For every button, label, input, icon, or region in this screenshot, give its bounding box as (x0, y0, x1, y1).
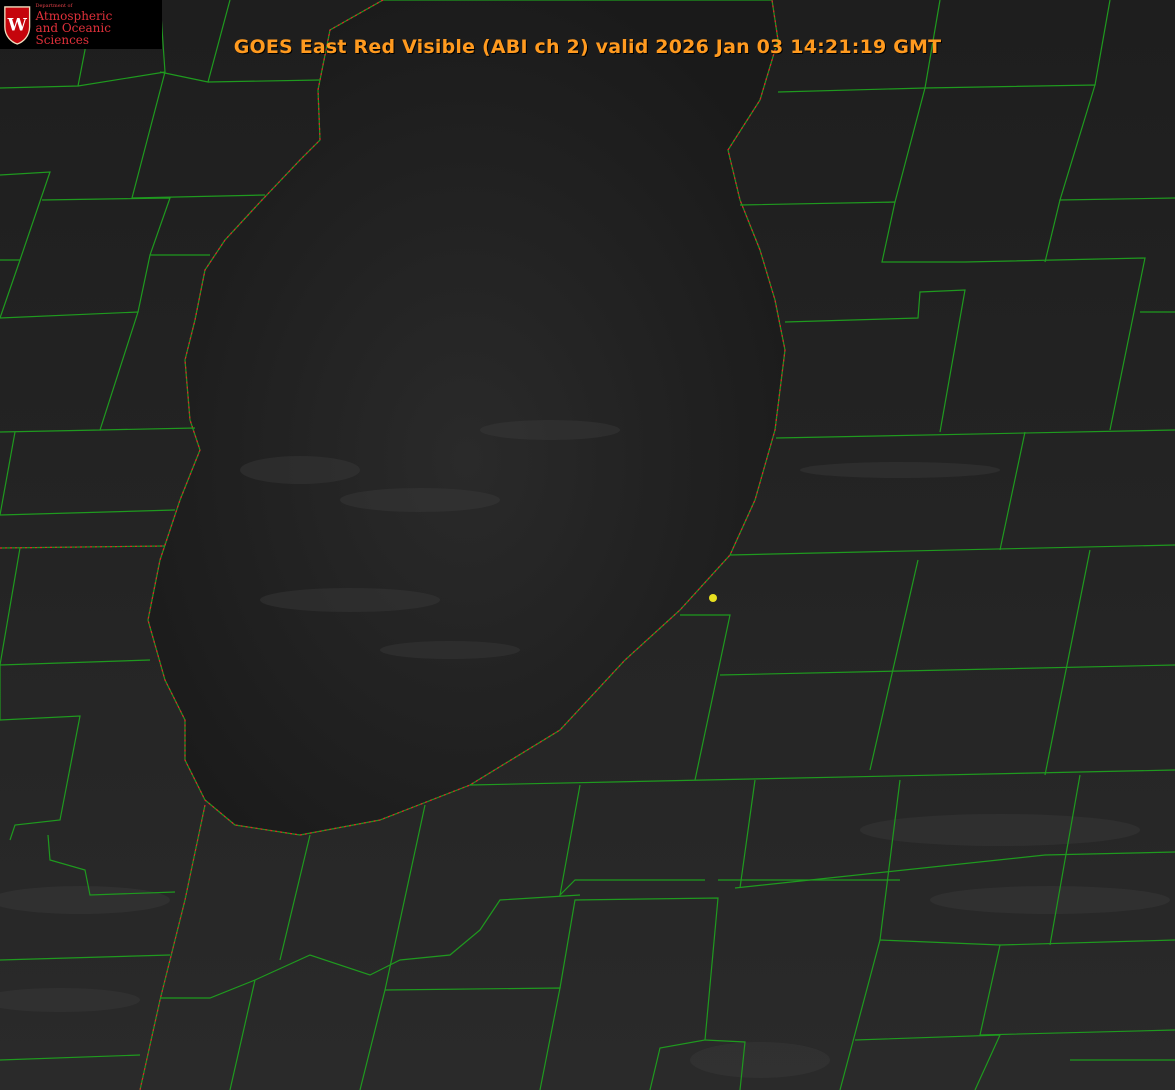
department-logo: W Department of Atmospheric and Oceanic … (0, 0, 162, 49)
svg-text:W: W (7, 15, 28, 35)
logo-text: Department of Atmospheric and Oceanic Sc… (35, 3, 162, 46)
uw-crest-icon: W (4, 5, 31, 45)
location-marker-icon (709, 594, 717, 602)
satellite-map (0, 0, 1175, 1090)
map-title: GOES East Red Visible (ABI ch 2) valid 2… (233, 36, 942, 58)
logo-line-2: and Oceanic Sciences (35, 21, 111, 47)
